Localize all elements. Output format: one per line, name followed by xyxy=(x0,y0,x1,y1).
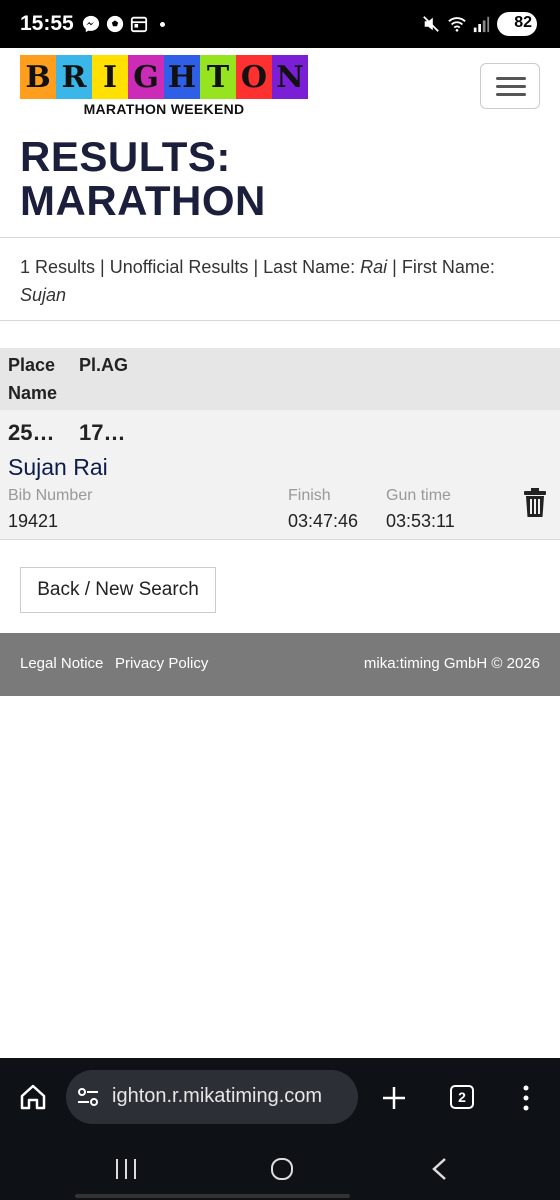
back-nav-icon[interactable] xyxy=(430,1157,448,1181)
address-bar[interactable]: ighton.r.mikatiming.com xyxy=(66,1070,358,1124)
status-bar: 15:55 82 xyxy=(0,0,560,48)
logo-tile: O xyxy=(236,55,272,99)
more-icon[interactable] xyxy=(516,1084,536,1112)
logo-tile: B xyxy=(20,55,56,99)
copyright: mika:timing GmbH © 2026 xyxy=(363,655,540,672)
back-new-search-button[interactable]: Back / New Search xyxy=(20,567,216,613)
bib-label: Bib Number xyxy=(8,487,93,504)
home-nav-icon[interactable] xyxy=(270,1157,294,1181)
home-icon[interactable] xyxy=(19,1083,47,1111)
logo-tile: N xyxy=(272,55,308,99)
hamburger-menu-button[interactable] xyxy=(480,63,540,109)
new-tab-icon[interactable] xyxy=(381,1085,407,1111)
runner-name-link[interactable]: Sujan Rai xyxy=(8,454,108,481)
browser-bottom-bar: ighton.r.mikatiming.com 2 xyxy=(0,1058,560,1200)
hamburger-icon xyxy=(496,77,526,80)
finish-value: 03:47:46 xyxy=(288,511,359,531)
place-value: 25… xyxy=(8,420,55,445)
divider xyxy=(0,320,560,321)
battery-icon: 82 xyxy=(497,12,537,36)
privacy-policy-link[interactable]: Privacy Policy xyxy=(115,655,208,672)
tab-count: 2 xyxy=(458,1089,466,1105)
signal-icon xyxy=(473,16,490,33)
tabs-icon[interactable]: 2 xyxy=(450,1085,474,1109)
header-name[interactable]: Name xyxy=(8,383,57,404)
logo-tile: R xyxy=(56,55,92,99)
logo-tile: G xyxy=(128,55,164,99)
footer: Legal Notice Privacy Policy mika:timing … xyxy=(0,633,560,696)
soccer-ball-icon xyxy=(106,15,124,33)
header-place[interactable]: Place xyxy=(8,355,55,376)
first-name-value: Sujan xyxy=(20,285,67,305)
results-summary: 1 Results | Unofficial Results | Last Na… xyxy=(20,257,495,305)
gesture-handle xyxy=(75,1194,350,1198)
last-name-value: Rai xyxy=(360,257,388,277)
plag-value: 17… xyxy=(79,420,126,445)
trash-icon[interactable] xyxy=(523,488,547,518)
recents-icon[interactable] xyxy=(114,1158,138,1180)
header-plag[interactable]: Pl.AG xyxy=(79,355,128,376)
wifi-icon xyxy=(448,17,466,32)
notification-dot xyxy=(160,22,165,27)
logo-tile: T xyxy=(200,55,236,99)
results-table-header: Place Name Pl.AG xyxy=(0,348,560,410)
gun-time-value: 03:53:11 xyxy=(386,511,455,531)
logo-subtitle: MARATHON WEEKEND xyxy=(83,101,245,117)
url-text[interactable]: ighton.r.mikatiming.com xyxy=(112,1085,322,1108)
logo-letter-tiles: B R I G H T O N xyxy=(20,55,308,99)
mute-icon xyxy=(423,16,439,32)
bib-value: 19421 xyxy=(8,511,59,531)
logo-tile: H xyxy=(164,55,200,99)
page-title: RESULTS: MARATHON xyxy=(20,133,266,224)
status-time: 15:55 xyxy=(20,12,74,35)
legal-notice-link[interactable]: Legal Notice xyxy=(20,655,103,672)
site-settings-icon[interactable] xyxy=(76,1085,100,1109)
logo-tile: I xyxy=(92,55,128,99)
calendar-icon xyxy=(130,16,148,33)
battery-level: 82 xyxy=(514,14,532,31)
divider xyxy=(0,237,560,238)
finish-label: Finish xyxy=(288,487,331,504)
gun-time-label: Gun time xyxy=(386,487,451,504)
table-row[interactable]: 25… 17… Sujan Rai Bib Number 19421 Finis… xyxy=(0,410,560,540)
brighton-marathon-logo[interactable]: B R I G H T O N MARATHON WEEKEND xyxy=(20,55,308,117)
messenger-icon xyxy=(82,15,100,33)
